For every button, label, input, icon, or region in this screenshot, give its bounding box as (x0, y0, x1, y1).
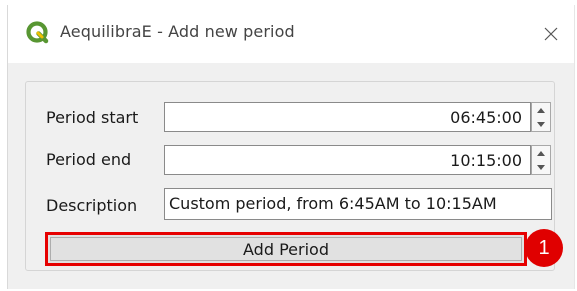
window-title: AequilibraE - Add new period (60, 22, 295, 41)
spin-up-icon[interactable] (532, 146, 550, 160)
spin-up-icon[interactable] (532, 103, 550, 117)
title-bar: AequilibraE - Add new period (8, 5, 574, 63)
add-period-button[interactable]: Add Period (45, 232, 527, 266)
period-end-input[interactable]: 10:15:00 (164, 145, 531, 175)
add-period-button-label: Add Period (50, 237, 522, 261)
period-start-input[interactable]: 06:45:00 (164, 102, 531, 132)
period-start-spinner[interactable] (531, 102, 551, 132)
close-icon (544, 27, 558, 41)
spin-down-icon[interactable] (532, 160, 550, 174)
description-input[interactable]: Custom period, from 6:45AM to 10:15AM (164, 188, 552, 220)
description-label: Description (46, 196, 138, 215)
period-end-spinner[interactable] (531, 145, 551, 175)
close-button[interactable] (528, 5, 574, 63)
period-start-label: Period start (46, 108, 139, 127)
period-end-label: Period end (46, 150, 132, 169)
qgis-logo-icon (26, 21, 50, 45)
step-number-badge: 1 (525, 229, 563, 267)
spin-down-icon[interactable] (532, 117, 550, 131)
